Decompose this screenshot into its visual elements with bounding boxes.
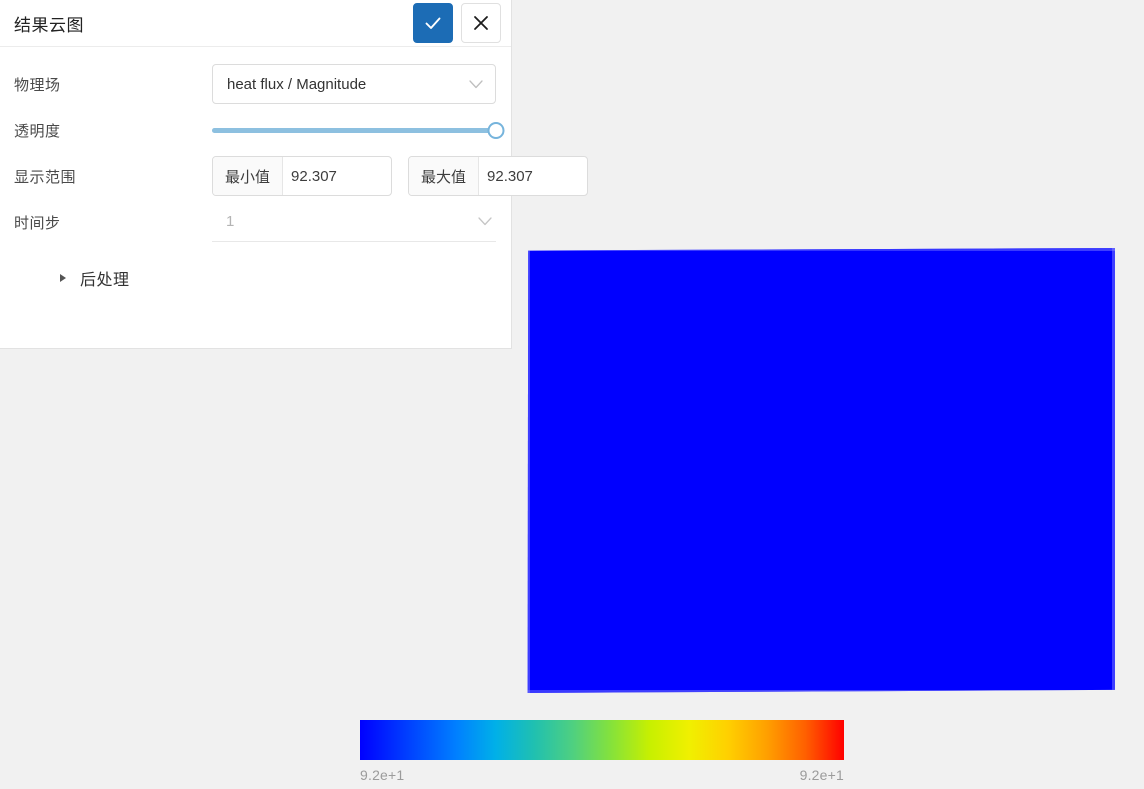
time-step-control: 1 [212,202,499,242]
cancel-button[interactable] [461,3,501,43]
row-opacity: 透明度 [12,107,505,153]
postprocess-section-label: 后处理 [80,272,130,289]
result-contour-quad[interactable] [527,248,1115,693]
panel-header: 结果云图 [0,0,511,47]
close-icon [474,16,488,30]
confirm-button[interactable] [413,3,453,43]
legend-min-label: 9.2e+1 [360,767,405,783]
physics-field-select[interactable]: heat flux / Magnitude [212,64,496,104]
legend-max-label: 9.2e+1 [799,767,844,783]
result-contour-panel: 结果云图 物理场 heat flux / Magnitude 透明度 显示范围 … [0,0,588,349]
color-legend-labels: 9.2e+1 9.2e+1 [360,767,844,783]
range-min-addon: 最小值 [213,157,284,195]
check-icon [425,17,441,29]
postprocess-section-header[interactable]: 后处理 [12,263,499,293]
physics-field-label: 物理场 [14,76,61,94]
physics-field-control: heat flux / Magnitude [212,64,499,104]
contour-fill [527,248,1115,693]
row-display-range: 显示范围 最小值 最大值 [12,153,588,199]
row-time-step: 时间步 1 [12,199,499,245]
range-max-group: 最大值 [408,156,588,196]
slider-thumb[interactable] [487,121,505,139]
mesh-edge-right [1112,248,1115,693]
panel-title: 结果云图 [14,15,84,35]
time-step-label: 时间步 [14,214,61,232]
range-min-group: 最小值 [212,156,392,196]
row-physics-field: 物理场 heat flux / Magnitude [12,61,499,107]
opacity-label: 透明度 [14,122,61,140]
range-min-input[interactable] [283,157,391,195]
mesh-edge-left [527,248,530,693]
mesh-edge-top [527,248,1115,251]
triangle-right-icon [60,274,66,282]
range-max-addon: 最大值 [409,157,480,195]
color-legend: 9.2e+1 9.2e+1 [360,720,844,783]
panel-body: 物理场 heat flux / Magnitude 透明度 显示范围 最小值 9… [0,47,588,348]
chevron-down-icon [469,79,483,88]
app-root: 9.2e+1 9.2e+1 结果云图 物理场 heat flux / Magni… [0,0,1144,789]
range-max-input[interactable] [479,157,587,195]
mesh-edge-bottom [527,690,1115,693]
display-range-label: 显示范围 [14,168,77,186]
slider-fill [212,127,496,133]
time-step-value: 1 [226,213,235,230]
chevron-down-icon [478,217,492,226]
opacity-slider[interactable] [212,120,505,140]
color-legend-bar [360,720,844,760]
opacity-control [212,120,505,140]
display-range-control: 最小值 最大值 [212,156,588,196]
time-step-select[interactable]: 1 [212,202,496,242]
physics-field-value: heat flux / Magnitude [227,75,367,93]
